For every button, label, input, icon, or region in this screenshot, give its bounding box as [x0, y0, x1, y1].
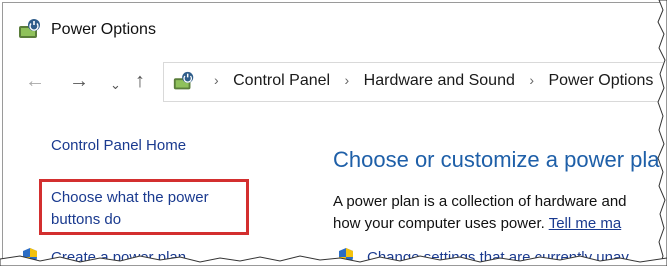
description-line-2: how your computer uses power. Tell me ma: [333, 213, 627, 235]
power-options-window: Power Options ← → ⌄ ↑ › Control Panel › …: [2, 2, 663, 263]
up-arrow-icon[interactable]: ↑: [135, 69, 145, 93]
tell-me-more-link[interactable]: Tell me ma: [549, 215, 622, 232]
back-arrow-icon[interactable]: ←: [25, 69, 45, 93]
address-bar[interactable]: › Control Panel › Hardware and Sound › P…: [163, 62, 663, 102]
control-panel-home-link[interactable]: Control Panel Home: [51, 137, 186, 154]
power-options-icon: [19, 19, 40, 38]
breadcrumb-separator-icon: ›: [214, 72, 219, 88]
breadcrumb: › Control Panel › Hardware and Sound › P…: [204, 72, 653, 90]
chevron-down-icon[interactable]: ⌄: [110, 73, 121, 97]
title-bar: Power Options: [3, 3, 663, 55]
torn-edge-bottom: [0, 255, 667, 266]
torn-edge-right: [657, 0, 667, 266]
breadcrumb-separator-icon: ›: [529, 72, 534, 88]
power-buttons-link[interactable]: Choose what the power buttons do: [51, 187, 246, 231]
window-title: Power Options: [51, 21, 156, 38]
forward-arrow-icon[interactable]: →: [69, 69, 89, 93]
breadcrumb-hardware-and-sound[interactable]: Hardware and Sound: [364, 72, 515, 89]
page-heading: Choose or customize a power pla: [333, 147, 660, 172]
breadcrumb-power-options[interactable]: Power Options: [548, 72, 653, 89]
power-options-icon: [173, 71, 194, 90]
description-text: A power plan is a collection of hardware…: [333, 191, 627, 235]
breadcrumb-control-panel[interactable]: Control Panel: [233, 72, 330, 89]
breadcrumb-separator-icon: ›: [344, 72, 350, 88]
address-row: ← → ⌄ ↑ › Control Panel › Hardware and S…: [3, 61, 663, 105]
description-line-2-text: how your computer uses power.: [333, 215, 545, 232]
description-line-1: A power plan is a collection of hardware…: [333, 193, 627, 210]
